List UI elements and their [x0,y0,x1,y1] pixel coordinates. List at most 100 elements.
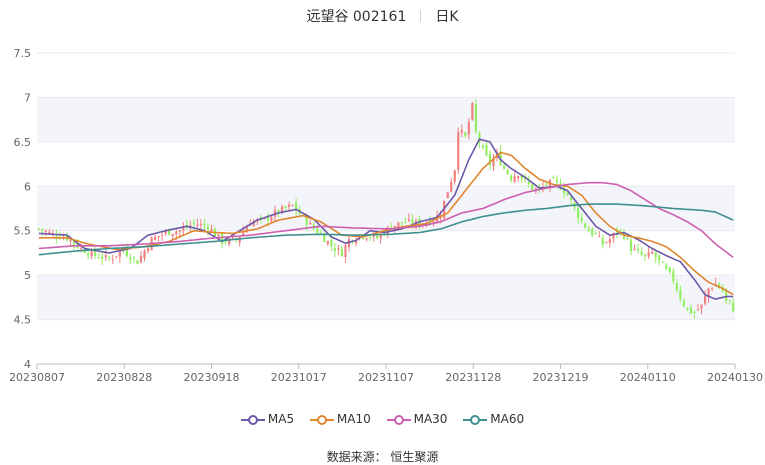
candle-body [182,227,185,231]
candle-body [450,181,453,192]
candle-body [361,237,365,239]
candle-body [506,170,509,174]
candle-body [108,257,111,259]
candle-body [90,250,93,257]
x-tick-label: 20231017 [271,371,327,384]
legend-item-ma60[interactable]: MA60 [463,412,524,426]
candle-body [552,177,555,179]
candle-body [129,257,132,260]
grid-band [37,275,735,320]
candle-body [474,104,477,132]
candle-body [291,205,294,207]
x-tick-label: 20230828 [96,371,152,384]
candle-body [654,252,657,258]
candle-body [231,237,234,239]
candle-body [146,248,150,252]
candle-body [580,217,583,222]
candle-body [467,121,470,135]
legend-item-ma10[interactable]: MA10 [309,412,371,426]
candle-body [37,228,40,230]
legend-marker-ma10 [309,415,334,425]
candle-body [104,255,107,258]
candle-body [228,238,231,245]
candle-body [633,248,636,250]
candle-body [217,234,220,236]
candle-body [569,197,573,201]
candle-body [587,228,590,232]
candle-body [728,300,731,302]
candle-body [584,223,587,228]
y-tick-label: 6 [24,180,31,193]
candle-body [337,248,340,250]
candle-body [651,252,654,254]
legend-label-ma5: MA5 [267,412,295,426]
candle-body [69,240,72,242]
x-tick-label: 20230807 [9,371,65,384]
candle-body [534,188,537,190]
grid-band [37,97,735,142]
candle-body [555,179,559,183]
legend-marker-ma60 [463,415,488,425]
candle-body [566,193,569,196]
y-tick-label: 5 [24,269,31,282]
candle-body [710,288,714,290]
candle-body [446,192,449,199]
candle-body [471,102,474,120]
candle-body [591,229,594,235]
y-tick-label: 4.5 [14,314,32,327]
candle-body [309,222,312,225]
candle-body [326,240,329,245]
y-tick-label: 6.5 [14,136,32,149]
candle-body [323,234,326,243]
legend-item-ma5[interactable]: MA5 [240,412,295,426]
x-tick-label: 20231128 [445,371,501,384]
candle-body [640,252,643,255]
y-tick-label: 7 [24,91,31,104]
candle-body [605,242,608,244]
candle-body [48,231,51,234]
candle-body [407,218,411,221]
candle-body [601,238,604,245]
candle-body [340,249,344,257]
candle-body [732,302,735,312]
candle-body [259,216,262,218]
candle-body [636,248,640,251]
candle-body [44,230,47,232]
candle-body [527,181,530,185]
candle-body [464,132,467,136]
candle-body [545,185,548,187]
legend-marker-ma30 [386,415,411,425]
candle-body [703,296,707,304]
candle-body [453,170,456,182]
y-tick-label: 7.5 [14,47,32,60]
candle-body [118,251,121,257]
x-tick-label: 20240130 [707,371,763,384]
candle-body [287,204,291,207]
candle-body [284,206,287,209]
candle-body [503,165,506,169]
candle-body [199,223,203,226]
candle-body [517,176,520,179]
candle-body [686,307,689,310]
candle-body [316,228,319,234]
candle-body [224,241,227,243]
legend-item-ma30[interactable]: MA30 [386,412,447,426]
candle-body [171,233,174,237]
candle-body [619,230,622,232]
legend-label-ma10: MA10 [336,412,371,426]
grid-band [37,186,735,231]
candle-body [161,234,164,236]
candle-body [626,238,629,240]
candle-body [344,245,347,258]
candle-body [457,131,460,170]
candle-body [192,222,195,224]
x-tick-label: 20231219 [533,371,589,384]
data-source: 数据来源： 恒生聚源 [326,450,439,464]
candle-body [87,253,90,256]
legend-label-ma60: MA60 [490,412,525,426]
candle-body [696,309,700,311]
candle-body [333,248,336,251]
candle-body [485,144,488,156]
candle-body [577,208,580,218]
candle-body [397,222,400,227]
